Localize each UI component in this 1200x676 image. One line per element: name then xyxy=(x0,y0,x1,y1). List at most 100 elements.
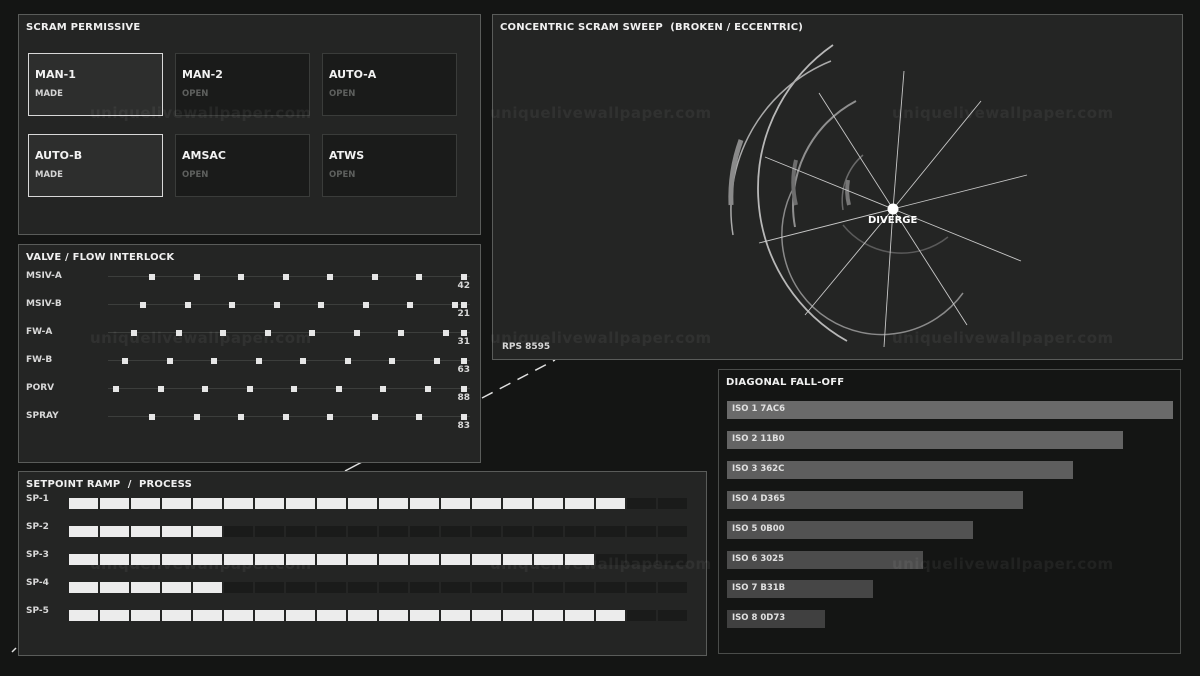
sweep-arc-inner xyxy=(841,154,864,211)
setpoint-segment xyxy=(627,582,656,593)
sweep-graphic xyxy=(728,44,1028,348)
setpoint-segment xyxy=(565,582,594,593)
tile-auto-b[interactable]: AUTO-B MADE xyxy=(28,134,163,197)
setpoint-segment xyxy=(255,526,284,537)
setpoint-segment xyxy=(348,610,377,621)
valve-marker xyxy=(149,274,155,280)
tile-state: OPEN xyxy=(182,170,209,180)
valve-marker xyxy=(211,358,217,364)
setpoint-segment xyxy=(100,582,129,593)
setpoint-segment xyxy=(348,526,377,537)
setpoint-segment xyxy=(286,554,315,565)
setpoint-segment xyxy=(503,582,532,593)
setpoint-segment xyxy=(379,582,408,593)
valve-end-marker xyxy=(461,274,467,280)
setpoint-row-sp-3[interactable]: SP-3 xyxy=(19,550,708,568)
tile-name: AUTO-A xyxy=(329,68,377,81)
valve-row-fw-a[interactable]: FW-A 31 xyxy=(19,327,482,353)
setpoint-row-sp-2[interactable]: SP-2 xyxy=(19,522,708,540)
valve-marker xyxy=(327,274,333,280)
tile-atws[interactable]: ATWS OPEN xyxy=(322,134,457,197)
tile-man-1[interactable]: MAN-1 MADE xyxy=(28,53,163,116)
tile-state: OPEN xyxy=(329,89,356,99)
valve-row-spray[interactable]: SPRAY 83 xyxy=(19,411,482,437)
falloff-bar[interactable]: ISO 7 B31B xyxy=(727,580,873,598)
setpoint-segment xyxy=(658,610,687,621)
valve-marker xyxy=(264,330,271,336)
valve-end-marker xyxy=(461,330,467,336)
falloff-bar[interactable]: ISO 2 11B0 xyxy=(727,431,1123,449)
setpoint-segment xyxy=(317,526,346,537)
falloff-bar[interactable]: ISO 4 D365 xyxy=(727,491,1023,509)
valve-marker xyxy=(451,302,458,308)
setpoint-segment xyxy=(286,582,315,593)
valve-marker xyxy=(398,330,404,336)
valve-value: 88 xyxy=(457,393,470,403)
setpoint-segment xyxy=(193,582,222,593)
valve-marker xyxy=(344,358,351,364)
setpoint-segment xyxy=(348,498,377,509)
falloff-bar-label: ISO 6 3025 xyxy=(732,554,785,564)
setpoint-segment xyxy=(534,554,563,565)
concentric-sweep-panel: CONCENTRIC SCRAM SWEEP (BROKEN / ECCENTR… xyxy=(492,14,1183,360)
setpoint-label: SP-5 xyxy=(26,606,49,616)
valve-row-porv[interactable]: PORV 88 xyxy=(19,383,482,409)
tile-man-2[interactable]: MAN-2 OPEN xyxy=(175,53,310,116)
setpoint-segment xyxy=(658,582,687,593)
setpoint-segment xyxy=(596,554,625,565)
falloff-bar[interactable]: ISO 6 3025 xyxy=(727,551,923,569)
valve-marker xyxy=(113,386,119,392)
valve-value: 63 xyxy=(457,365,470,375)
scram-panel-title: SCRAM PERMISSIVE xyxy=(26,22,141,33)
setpoint-segment xyxy=(441,498,470,509)
setpoint-segment xyxy=(472,526,501,537)
tile-auto-a[interactable]: AUTO-A OPEN xyxy=(322,53,457,116)
falloff-bar[interactable]: ISO 1 7AC6 xyxy=(727,401,1173,419)
valve-marker xyxy=(318,302,324,308)
setpoint-segment xyxy=(379,554,408,565)
valve-end-marker xyxy=(461,386,467,392)
setpoint-segment xyxy=(100,554,129,565)
setpoint-segment xyxy=(596,526,625,537)
tile-name: ATWS xyxy=(329,149,365,162)
falloff-bar[interactable]: ISO 8 0D73 xyxy=(727,610,825,628)
valve-row-fw-b[interactable]: FW-B 63 xyxy=(19,355,482,381)
setpoint-segment xyxy=(596,582,625,593)
setpoint-segment xyxy=(503,498,532,509)
tile-amsac[interactable]: AMSAC OPEN xyxy=(175,134,310,197)
setpoint-row-sp-4[interactable]: SP-4 xyxy=(19,578,708,596)
setpoint-segment xyxy=(441,610,470,621)
valve-marker xyxy=(371,414,378,420)
valve-track xyxy=(108,332,470,333)
falloff-bar[interactable]: ISO 5 0B00 xyxy=(727,521,973,539)
valve-marker xyxy=(255,358,262,364)
sweep-arc-mid xyxy=(792,100,857,228)
tile-name: MAN-1 xyxy=(35,68,76,81)
valve-marker xyxy=(416,414,422,420)
setpoint-segment xyxy=(131,582,160,593)
setpoint-segment xyxy=(348,554,377,565)
setpoint-segment xyxy=(472,554,501,565)
valve-row-msiv-b[interactable]: MSIV-B 21 xyxy=(19,299,482,325)
falloff-bar-label: ISO 5 0B00 xyxy=(732,524,785,534)
setpoint-segment xyxy=(317,610,346,621)
valve-value: 31 xyxy=(457,337,470,347)
setpoint-row-sp-1[interactable]: SP-1 xyxy=(19,494,708,512)
valve-marker xyxy=(175,330,182,336)
valve-row-msiv-a[interactable]: MSIV-A 42 xyxy=(19,271,482,297)
setpoint-segment xyxy=(162,498,191,509)
setpoint-row-sp-5[interactable]: SP-5 xyxy=(19,606,708,624)
setpoint-segment xyxy=(131,498,160,509)
falloff-bar[interactable]: ISO 3 362C xyxy=(727,461,1073,479)
valve-label: MSIV-B xyxy=(26,299,62,309)
setpoint-label: SP-4 xyxy=(26,578,49,588)
valve-marker xyxy=(238,414,244,420)
setpoint-segment xyxy=(162,582,191,593)
valve-marker xyxy=(389,358,395,364)
sweep-center-dot xyxy=(887,203,899,215)
valve-label: MSIV-A xyxy=(26,271,62,281)
falloff-bar-label: ISO 2 11B0 xyxy=(732,434,785,444)
setpoint-segment xyxy=(534,498,563,509)
setpoint-segment xyxy=(69,610,98,621)
setpoint-segment xyxy=(193,498,222,509)
